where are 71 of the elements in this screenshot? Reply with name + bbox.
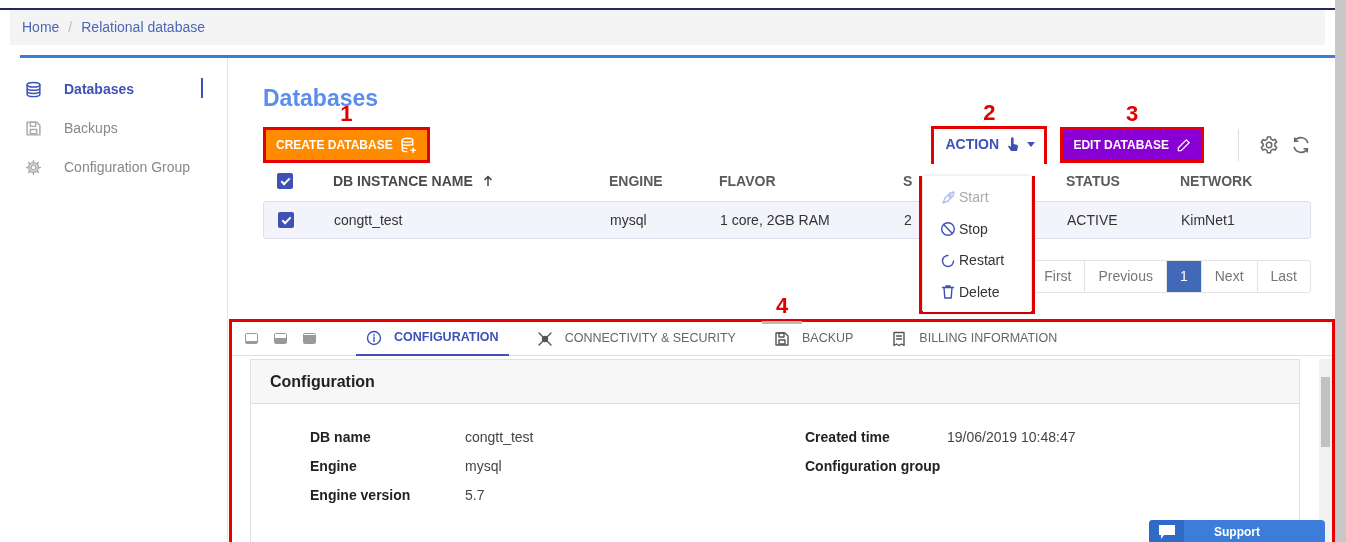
field-label: DB name (310, 427, 372, 447)
receipt-icon (891, 330, 908, 347)
table-cell-text: mysql (610, 210, 647, 230)
annotation-number: 2 (983, 102, 996, 124)
refresh-button[interactable] (1291, 135, 1311, 155)
column-header[interactable]: DB INSTANCE NAME (333, 170, 493, 192)
info-icon (366, 329, 382, 346)
prohibited-icon (940, 221, 956, 238)
sidebar-item[interactable]: Configuration Group (25, 156, 227, 178)
page-scrollbar[interactable] (1335, 0, 1346, 542)
field-label: Engine version (310, 485, 412, 505)
field-label: Engine (310, 456, 358, 476)
annotation-number: 3 (1126, 103, 1139, 125)
pagination-button[interactable]: 1 (1165, 261, 1201, 292)
pagination-button[interactable]: Last (1256, 261, 1310, 292)
settings-icon (1259, 135, 1279, 155)
sidebar-item[interactable]: Databases (25, 78, 227, 100)
pagination-button[interactable]: Next (1200, 261, 1257, 292)
card-title: Configuration (270, 371, 375, 392)
field-value: mysql (465, 456, 502, 476)
resize-handle[interactable] (762, 321, 802, 324)
tab[interactable]: BACKUP (763, 321, 864, 356)
menu-item[interactable]: Restart (923, 245, 1031, 277)
field-value: 5.7 (465, 485, 485, 505)
column-header[interactable]: FLAVOR (719, 170, 776, 192)
pointer-hand-icon (1006, 136, 1021, 152)
sidebar-item[interactable]: Backups (25, 117, 227, 139)
column-header[interactable]: NETWORK (1180, 170, 1253, 192)
field-label: Configuration group (805, 456, 942, 476)
edit-database-button[interactable]: EDIT DATABASE (1063, 130, 1201, 160)
breadcrumb-link[interactable]: Home (22, 17, 60, 38)
table-cell-text: ACTIVE (1067, 210, 1118, 230)
refresh-icon (940, 252, 956, 269)
menu-item[interactable]: Delete (923, 276, 1031, 308)
panel-layout-icon[interactable] (303, 333, 316, 344)
annotation-number: 4 (775, 295, 789, 317)
checkbox[interactable] (277, 173, 293, 189)
refresh-icon (1291, 135, 1311, 155)
tab[interactable]: BILLING INFORMATION (881, 321, 1068, 356)
field-value: 19/06/2019 10:48:47 (947, 427, 1076, 447)
tab[interactable]: CONFIGURATION (356, 321, 509, 356)
database-icon (25, 80, 42, 98)
panel-scrollbar[interactable] (1319, 359, 1332, 542)
table-cell-text: KimNet1 (1181, 210, 1235, 230)
caret-icon (1027, 141, 1036, 147)
pencil-icon (1176, 137, 1191, 153)
sort-arrow-icon (482, 175, 493, 187)
trash-icon (940, 284, 956, 301)
breadcrumb-link[interactable]: Relational database (81, 17, 205, 38)
panel-layout-icon[interactable] (245, 333, 258, 344)
column-header[interactable]: ENGINE (609, 170, 663, 192)
checkbox[interactable] (278, 212, 294, 228)
chat-bubble-icon (1158, 525, 1175, 539)
pagination-button[interactable]: First (1031, 261, 1085, 292)
table-cell-text: congtt_test (334, 210, 403, 230)
field-label: Created time (805, 427, 891, 447)
settings-button[interactable] (1259, 135, 1279, 155)
column-header[interactable]: STATUS (1066, 170, 1120, 192)
table-cell-text: 2 (904, 210, 912, 230)
database-add-icon (399, 136, 417, 154)
gear-icon (25, 158, 42, 176)
support-button[interactable]: Support (1149, 520, 1325, 542)
table-cell-text: 1 core, 2GB RAM (720, 210, 830, 230)
tab[interactable]: CONNECTIVITY & SECURITY (526, 321, 746, 356)
network-icon (536, 330, 553, 347)
breadcrumb-separator: / (68, 18, 73, 37)
panel-layout-icon[interactable] (274, 333, 287, 344)
rocket-icon (940, 189, 956, 206)
field-value: congtt_test (465, 427, 534, 447)
column-header[interactable]: S (903, 170, 913, 192)
pagination-button[interactable]: Previous (1084, 261, 1166, 292)
